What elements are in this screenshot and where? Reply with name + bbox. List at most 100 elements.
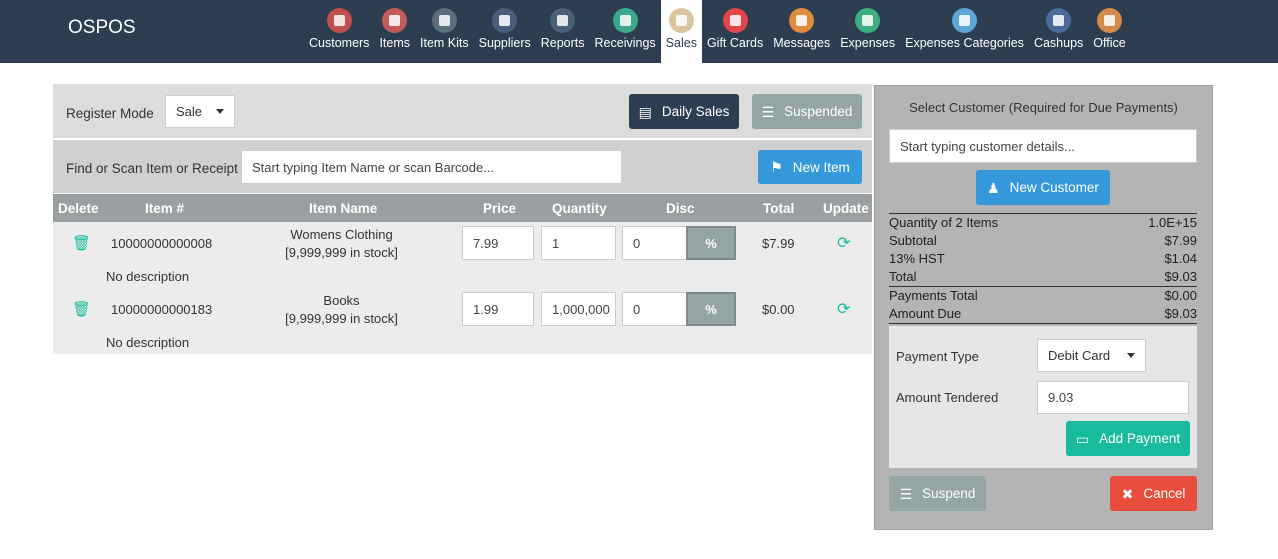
amount-due-label: Amount Due	[889, 306, 962, 321]
nav-cashups[interactable]: Cashups	[1029, 0, 1088, 63]
reports-icon	[550, 8, 576, 33]
refresh-icon[interactable]: ⟳	[837, 233, 850, 253]
daily-sales-button[interactable]: ▤ Daily Sales	[629, 94, 739, 129]
cashups-icon	[1046, 8, 1072, 33]
tag-icon: ⚑	[770, 159, 783, 175]
trash-icon[interactable]: 🗑	[72, 234, 91, 252]
close-icon: ✖	[1121, 485, 1134, 502]
nav-sales[interactable]: Sales	[660, 0, 702, 63]
suppliers-icon	[492, 8, 518, 33]
nav-label: Item Kits	[420, 36, 469, 50]
list-icon: ▤	[638, 103, 652, 120]
nav-expenses-categories[interactable]: Expenses Categories	[900, 0, 1029, 63]
nav-label: Sales	[665, 36, 697, 50]
nav-messages[interactable]: Messages	[768, 0, 835, 63]
brand-logo[interactable]: OSPOS	[68, 17, 136, 39]
expenses-icon	[855, 8, 881, 33]
cancel-button[interactable]: ✖ Cancel	[1110, 476, 1197, 511]
row-1-description: No description	[106, 269, 190, 284]
header-delete: Delete	[58, 201, 99, 216]
office-icon	[1096, 8, 1122, 33]
divider	[889, 213, 1197, 214]
row-2-quantity-input[interactable]: 1,000,000	[541, 292, 616, 326]
summary-payments-row: Payments Total $0.00	[889, 288, 1197, 303]
nav-label: Gift Cards	[706, 36, 764, 50]
cancel-label: Cancel	[1143, 486, 1186, 501]
suspend-label: Suspend	[922, 486, 976, 501]
nav-gift-cards[interactable]: Gift Cards	[702, 0, 768, 63]
item-kits-icon	[431, 8, 457, 33]
tax-label: 13% HST	[889, 251, 945, 266]
chevron-down-icon	[1127, 353, 1135, 358]
refresh-icon[interactable]: ⟳	[837, 299, 850, 319]
new-item-button[interactable]: ⚑ New Item	[758, 150, 862, 184]
nav-label: Suppliers	[478, 36, 531, 50]
nav-expenses[interactable]: Expenses	[835, 0, 900, 63]
row-2-price-input[interactable]: 1.99	[462, 292, 534, 326]
row-2-total: $0.00	[762, 302, 795, 317]
register-mode-select[interactable]: Sale	[165, 95, 235, 128]
item-search-input[interactable]: Start typing Item Name or scan Barcode..…	[241, 150, 622, 184]
amount-tendered-label: Amount Tendered	[896, 390, 999, 405]
nav-label: Reports	[540, 36, 585, 50]
divider	[889, 323, 1197, 324]
user-icon: ♟	[987, 179, 1000, 196]
list-icon: ☰	[761, 103, 775, 120]
nav-suppliers[interactable]: Suppliers	[474, 0, 536, 63]
header-discount: Disc	[666, 201, 695, 216]
new-item-label: New Item	[792, 159, 850, 175]
payments-total-label: Payments Total	[889, 288, 978, 303]
nav-customers[interactable]: Customers	[304, 0, 374, 63]
nav-label: Customers	[309, 36, 370, 50]
amount-tendered-input[interactable]: 9.03	[1037, 381, 1189, 414]
header-quantity: Quantity	[552, 201, 607, 216]
nav-label: Expenses	[840, 36, 896, 50]
row-1-quantity-input[interactable]: 1	[541, 226, 616, 260]
row-1-item-name: Womens Clothing	[290, 227, 393, 242]
row-2-item-number: 10000000000183	[111, 302, 213, 317]
add-payment-button[interactable]: ▭ Add Payment	[1066, 421, 1190, 456]
row-1-price-input[interactable]: 7.99	[462, 226, 534, 260]
nav-receivings[interactable]: Receivings	[590, 0, 661, 63]
items-icon	[382, 8, 408, 33]
daily-sales-label: Daily Sales	[661, 104, 730, 119]
chevron-down-icon	[216, 109, 225, 114]
payment-type-select[interactable]: Debit Card	[1037, 339, 1146, 372]
total-label: Total	[889, 269, 917, 284]
main-nav: Customers Items Item Kits Suppliers Reports R…	[304, 0, 1131, 63]
payment-type-label: Payment Type	[896, 349, 979, 364]
customers-icon	[326, 8, 352, 33]
header-total: Total	[763, 201, 795, 216]
amount-due-value: $9.03	[1164, 306, 1197, 321]
add-payment-label: Add Payment	[1099, 431, 1181, 446]
row-1-item-number: 10000000000008	[111, 236, 213, 251]
trash-icon[interactable]: 🗑	[72, 300, 91, 318]
row-2-discount-input[interactable]: 0	[622, 292, 688, 326]
nav-label: Receivings	[594, 36, 656, 50]
nav-item-kits[interactable]: Item Kits	[415, 0, 474, 63]
row-2-description: No description	[106, 335, 190, 350]
nav-reports[interactable]: Reports	[536, 0, 590, 63]
suspended-label: Suspended	[784, 104, 853, 119]
nav-label: Office	[1093, 36, 1126, 50]
row-1-discount-input[interactable]: 0	[622, 226, 688, 260]
suspended-button[interactable]: ☰ Suspended	[752, 94, 862, 129]
header-price: Price	[483, 201, 517, 216]
customer-search-input[interactable]: Start typing customer details...	[889, 129, 1197, 163]
row-1-discount-type-toggle[interactable]: %	[686, 226, 736, 260]
row-2-item-name: Books	[323, 293, 360, 308]
new-customer-button[interactable]: ♟ New Customer	[976, 170, 1110, 205]
messages-icon	[789, 8, 815, 33]
suspend-button[interactable]: ☰ Suspend	[889, 476, 986, 511]
summary-due-row: Amount Due $9.03	[889, 306, 1197, 321]
find-item-label: Find or Scan Item or Receipt	[66, 161, 238, 176]
divider	[889, 286, 1197, 287]
row-2-discount-type-toggle[interactable]: %	[686, 292, 736, 326]
nav-office[interactable]: Office	[1088, 0, 1130, 63]
header-item-name: Item Name	[309, 201, 378, 216]
nav-items[interactable]: Items	[374, 0, 415, 63]
quantity-label: Quantity of 2 Items	[889, 215, 999, 230]
nav-label: Items	[379, 36, 410, 50]
nav-label: Expenses Categories	[905, 36, 1024, 50]
list-icon: ☰	[899, 485, 913, 502]
